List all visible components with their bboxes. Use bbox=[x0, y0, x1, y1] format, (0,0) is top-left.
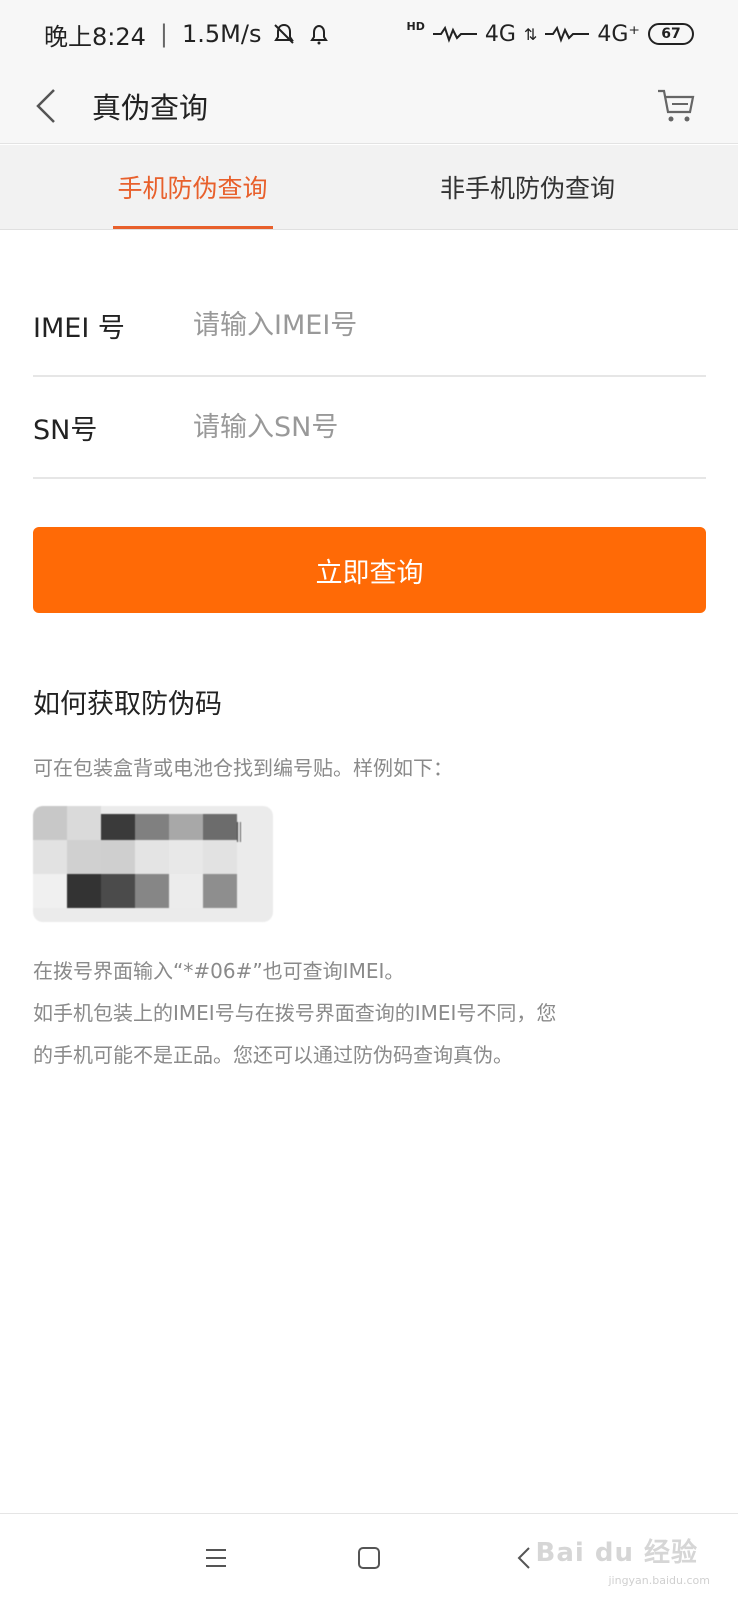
help-note: 在拨号界面输入“*#06#”也可查询IMEI。 如手机包装上的IMEI号与在拨号… bbox=[33, 950, 633, 1076]
help-title: 如何获取防伪码 bbox=[33, 689, 222, 720]
tab-bar: 手机防伪查询 非手机防伪查询 bbox=[0, 145, 738, 230]
imei-input[interactable] bbox=[193, 309, 673, 341]
status-speed: 1.5M/s bbox=[182, 20, 262, 48]
status-bar: 晚上8:24 | 1.5M/s HD 4G ⇅ 4G⁺ 67 bbox=[0, 0, 738, 68]
help-note-line-3: 的手机可能不是正品。您还可以通过防伪码查询真伪。 bbox=[33, 1043, 513, 1067]
help-note-line-2: 如手机包装上的IMEI号与在拨号界面查询的IMEI号不同，您 bbox=[33, 1001, 557, 1025]
tab-phone-antifake[interactable]: 手机防伪查询 bbox=[0, 145, 385, 229]
cart-button[interactable] bbox=[648, 78, 704, 134]
network-2: 4G⁺ bbox=[597, 21, 640, 47]
hd-label: HD bbox=[406, 19, 425, 33]
status-separator: | bbox=[159, 20, 168, 48]
page-title: 真伪查询 bbox=[92, 90, 209, 125]
menu-button[interactable] bbox=[192, 1534, 240, 1582]
tab-non-phone-antifake[interactable]: 非手机防伪查询 bbox=[385, 145, 738, 229]
notification-muted-icon bbox=[274, 23, 295, 44]
help-subtitle: 可在包装盒背或电池仓找到编号贴。样例如下： bbox=[33, 756, 453, 780]
network-1: 4G bbox=[484, 21, 516, 47]
bell-icon bbox=[310, 24, 329, 45]
watermark-logo: Bai du 经验 bbox=[535, 1538, 698, 1568]
help-note-line-1: 在拨号界面输入“*#06#”也可查询IMEI。 bbox=[33, 959, 405, 983]
sn-row: SN号 bbox=[33, 377, 706, 479]
signal-wave-icon bbox=[432, 25, 477, 43]
battery-icon: 67 bbox=[648, 23, 694, 45]
cart-icon bbox=[658, 89, 695, 122]
query-form: IMEI 号 SN号 bbox=[33, 275, 706, 479]
imei-row: IMEI 号 bbox=[33, 275, 706, 377]
status-time: 晚上8:24 bbox=[44, 22, 146, 51]
query-button[interactable]: 立即查询 bbox=[33, 527, 706, 613]
home-button[interactable] bbox=[345, 1534, 393, 1582]
header-bar: 真伪查询 bbox=[0, 68, 738, 144]
back-triangle-icon bbox=[517, 1547, 530, 1569]
sample-label-image bbox=[33, 806, 273, 922]
menu-icon bbox=[206, 1549, 226, 1567]
chevron-left-icon bbox=[36, 88, 55, 123]
signal-wave-icon-2 bbox=[545, 25, 590, 43]
watermark-url: jingyan.baidu.com bbox=[608, 1574, 710, 1587]
sn-input[interactable] bbox=[193, 411, 673, 443]
imei-label: IMEI 号 bbox=[33, 312, 125, 344]
home-square-icon bbox=[358, 1547, 380, 1569]
back-button[interactable] bbox=[0, 68, 92, 144]
system-nav-bar: Bai du 经验 jingyan.baidu.com bbox=[0, 1513, 738, 1600]
data-arrows-icon: ⇅ bbox=[523, 24, 538, 44]
sn-label: SN号 bbox=[33, 414, 98, 446]
